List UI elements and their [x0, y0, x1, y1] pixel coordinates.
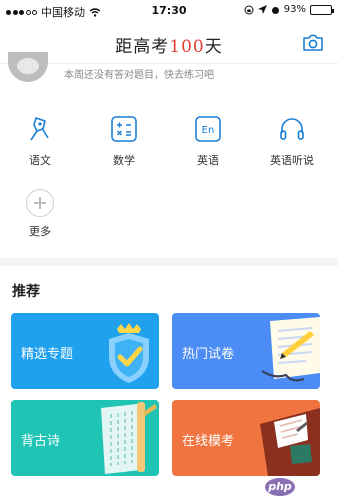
card-ancient-poems[interactable]: 背古诗	[11, 400, 159, 476]
subject-label: 数学	[113, 154, 135, 167]
plus-icon	[26, 189, 54, 217]
countdown-days: 100	[169, 37, 205, 57]
location-icon	[257, 4, 267, 14]
nav-bar: 距高考100天	[0, 22, 338, 64]
subject-more[interactable]: 更多	[10, 186, 70, 239]
battery-percent: 93%	[283, 4, 306, 15]
subject-math[interactable]: 数学	[94, 112, 154, 168]
profile-strip[interactable]: 本周还没有答对题目，快去练习吧	[0, 52, 338, 90]
exam-paper-icon	[261, 317, 320, 382]
camera-icon[interactable]	[302, 34, 324, 52]
php-logo: php	[265, 478, 295, 496]
card-label: 背古诗	[21, 434, 61, 449]
card-popular-papers[interactable]: 热门试卷	[172, 313, 320, 389]
card-label: 热门试卷	[182, 347, 235, 362]
card-online-mock-exam[interactable]: 在线模考	[172, 400, 320, 476]
lock-rotation-icon	[244, 5, 254, 14]
status-bar: 中国移动 17:30 93%	[0, 0, 338, 22]
avatar[interactable]	[8, 52, 48, 82]
headphones-icon	[280, 118, 304, 140]
watermark-text: 中文网	[299, 481, 332, 494]
subject-label: 更多	[29, 225, 51, 238]
subject-english-listening[interactable]: 英语听说	[262, 112, 322, 168]
subject-label: 英语	[197, 154, 219, 167]
countdown-suffix: 天	[204, 37, 223, 57]
calculator-icon	[111, 116, 137, 142]
countdown-prefix: 距高考	[115, 37, 170, 57]
subject-chinese[interactable]: 语文	[10, 112, 70, 168]
pen-nib-icon	[30, 117, 49, 141]
countdown-title: 距高考100天	[0, 32, 338, 57]
subject-label: 语文	[29, 154, 51, 167]
desk-icon	[260, 408, 320, 476]
card-label: 在线模考	[182, 434, 235, 449]
recommend-title: 推荐	[12, 284, 40, 300]
svg-text:En: En	[202, 125, 215, 136]
subject-label: 英语听说	[270, 154, 314, 167]
scroll-icon	[101, 402, 157, 474]
subject-grid: 语文 数学 En 英语 英语听说 更多	[0, 100, 338, 250]
weekly-progress-message: 本周还没有答对题目，快去练习吧	[64, 70, 214, 81]
card-featured-topics[interactable]: 精选专题	[11, 313, 159, 389]
card-label: 精选专题	[21, 347, 74, 362]
section-divider	[0, 258, 338, 266]
subject-english[interactable]: En 英语	[178, 112, 238, 168]
en-icon: En	[195, 116, 221, 142]
alarm-icon	[271, 6, 279, 14]
shield-check-icon	[109, 323, 149, 383]
watermark: php 中文网	[265, 478, 332, 496]
status-right: 93%	[244, 4, 334, 15]
battery-icon	[310, 4, 334, 15]
